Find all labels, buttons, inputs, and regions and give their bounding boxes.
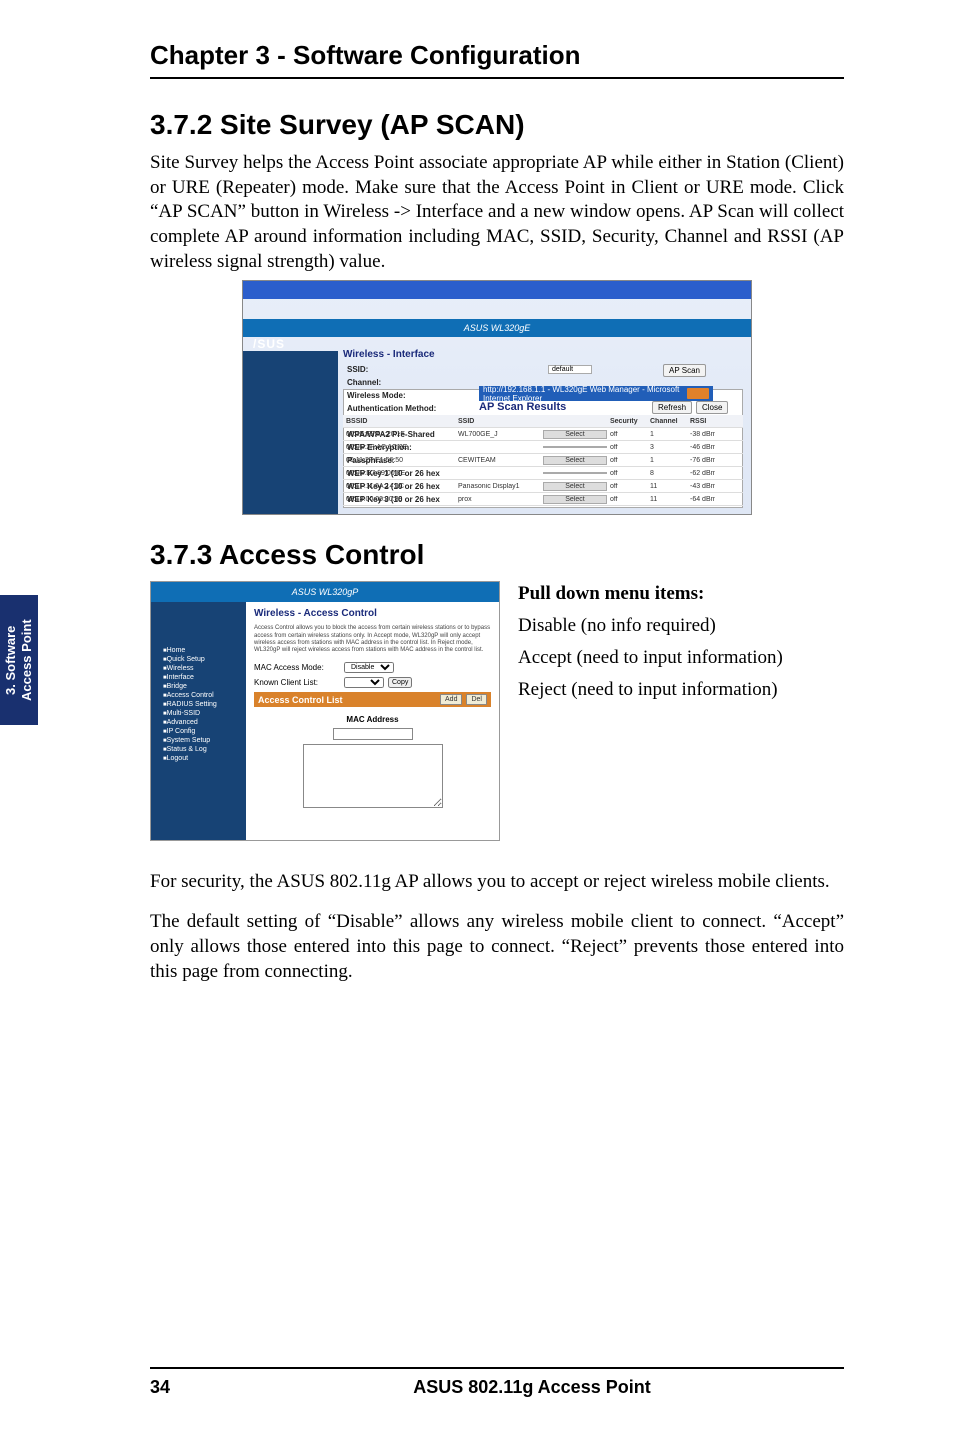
add-button[interactable]: Add <box>440 694 462 705</box>
asus-logo: /SUS <box>253 337 285 351</box>
wireless-mode-label: Wireless Mode: <box>347 391 440 404</box>
security-paragraph: For security, the ASUS 802.11g AP allows… <box>150 869 844 894</box>
del-button[interactable]: Del <box>466 694 487 705</box>
th-channel: Channel <box>647 418 687 425</box>
ssid-label: SSID: <box>347 365 440 378</box>
known-client-select[interactable] <box>344 677 384 688</box>
chapter-title: Chapter 3 - Software Configuration <box>150 40 844 71</box>
site-survey-paragraph: Site Survey helps the Access Point assoc… <box>150 151 844 274</box>
sidebar-item[interactable]: Access Control <box>157 691 240 700</box>
mac-address-input[interactable] <box>333 728 413 740</box>
menu-item-reject: Reject (need to input information) <box>518 679 844 701</box>
menu-item-accept: Accept (need to input information) <box>518 647 844 669</box>
mac-address-list[interactable] <box>303 744 443 808</box>
menu-item-disable: Disable (no info required) <box>518 615 844 637</box>
sidebar-item[interactable]: Interface <box>157 673 240 682</box>
screenshot-site-survey: ASUS WL320gE /SUS Wireless - Interface S… <box>242 280 752 515</box>
table-row: 00:1E:F2:6A:20:1FWL700GE_JSelectoff1-38 … <box>343 428 743 441</box>
ap-scan-results-heading: AP Scan Results <box>479 401 566 413</box>
copy-button[interactable]: Copy <box>388 677 412 688</box>
footer-title: ASUS 802.11g Access Point <box>220 1377 844 1398</box>
ssid-value[interactable]: default <box>548 365 592 374</box>
page-number: 34 <box>150 1377 220 1398</box>
pulldown-menu-heading: Pull down menu items: <box>518 583 844 605</box>
divider <box>150 77 844 79</box>
sidebar-item[interactable]: Multi-SSID <box>157 709 240 718</box>
sidebar-item[interactable]: RADIUS Setting <box>157 700 240 709</box>
close-icon[interactable] <box>687 388 709 399</box>
default-setting-paragraph: The default setting of “Disable” allows … <box>150 909 844 984</box>
sidebar-item[interactable]: Quick Setup <box>157 655 240 664</box>
sidebar-item[interactable]: Home <box>157 646 240 655</box>
nav-sidebar: HomeQuick SetupWirelessInterfaceBridgeAc… <box>151 602 246 840</box>
side-chapter-tab: 3. Software Access Point <box>0 595 38 725</box>
close-button[interactable]: Close <box>696 401 728 414</box>
channel-label: Channel: <box>347 378 440 391</box>
ap-results-table: BSSID SSID Security Channel RSSI 00:1E:F… <box>343 415 743 506</box>
refresh-button[interactable]: Refresh <box>652 401 692 414</box>
th-security: Security <box>607 418 647 425</box>
popup-title-text: http://192.168.1.1 - WL320gE Web Manager… <box>483 385 687 403</box>
footer-divider <box>150 1367 844 1369</box>
mac-address-header: MAC Address <box>254 715 491 724</box>
mac-mode-select[interactable]: Disable <box>344 662 394 673</box>
table-row: 00:0E:D7:89:00:8Eoff8-62 dBm <box>343 467 743 480</box>
mac-mode-label: MAC Access Mode: <box>254 663 344 672</box>
sidebar-item[interactable]: Logout <box>157 754 240 763</box>
sidebar-item[interactable]: System Setup <box>157 736 240 745</box>
acl-header: Access Control List Add Del <box>254 692 491 707</box>
known-client-label: Known Client List: <box>254 678 344 687</box>
wireless-interface-heading: Wireless - Interface <box>343 349 435 360</box>
sidebar-item[interactable]: Wireless <box>157 664 240 673</box>
th-ssid: SSID <box>455 418 543 425</box>
screenshot-access-control: ASUS WL320gP /SUS HomeQuick SetupWireles… <box>150 581 500 841</box>
sidebar-item[interactable]: Status & Log <box>157 745 240 754</box>
product-banner: ASUS WL320gE <box>243 319 751 337</box>
table-row: 00:1F:11:6A:14:1CPanasonic Display1Selec… <box>343 480 743 493</box>
ap-scan-button[interactable]: AP Scan <box>663 364 706 377</box>
section-heading-site-survey: 3.7.2 Site Survey (AP SCAN) <box>150 109 844 141</box>
nav-sidebar <box>243 351 338 514</box>
table-row: 00:11:2F:E1:56:50CEWITEAMSelectoff1-76 d… <box>343 454 743 467</box>
section-heading-access-control: 3.7.3 Access Control <box>150 539 844 571</box>
access-control-description: Access Control allows you to block the a… <box>254 625 491 654</box>
sidebar-item[interactable]: Bridge <box>157 682 240 691</box>
table-row: 02:18:00:00:00:88proxSelectoff11-64 dBm <box>343 493 743 506</box>
acl-title: Access Control List <box>258 695 343 705</box>
product-banner: ASUS WL320gP <box>151 582 499 602</box>
sidebar-item[interactable]: Advanced <box>157 718 240 727</box>
access-control-heading: Wireless - Access Control <box>254 608 491 619</box>
table-row: 00:0E:2F:AC:1C:0Eoff3-46 dBm <box>343 441 743 454</box>
th-bssid: BSSID <box>343 418 455 425</box>
th-rssi: RSSI <box>687 418 715 425</box>
popup-titlebar: http://192.168.1.1 - WL320gE Web Manager… <box>479 386 713 401</box>
sidebar-item[interactable]: IP Config <box>157 727 240 736</box>
